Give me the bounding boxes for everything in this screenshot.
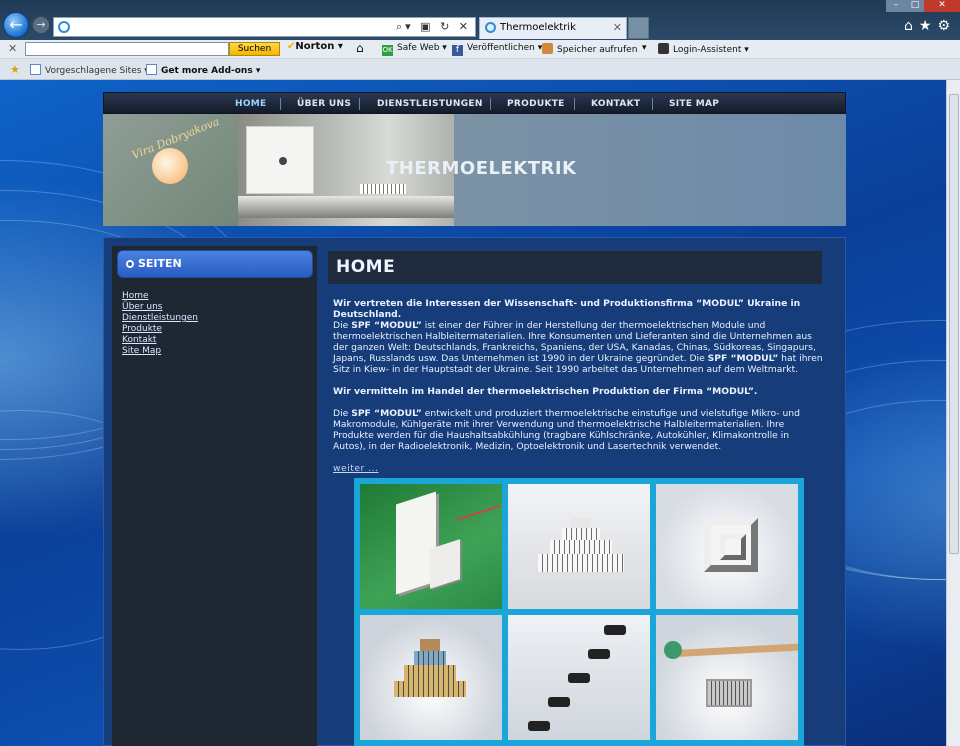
sidebar-link-produkte[interactable]: Produkte — [122, 324, 162, 334]
publish-button[interactable]: f Veröffentlichen ▾ — [452, 43, 542, 56]
close-button[interactable]: ✕ — [924, 0, 960, 12]
gallery-image-tower-module[interactable] — [360, 615, 502, 740]
safe-web-icon: OK — [382, 45, 393, 56]
module-plate-image — [246, 126, 314, 194]
norton-button[interactable]: ✔Norton ▾ — [287, 41, 343, 52]
sidebar: SEITEN Home Über uns Dienstleistungen Pr… — [112, 246, 317, 746]
suggested-sites-link[interactable]: Vorgeschlagene Sites ▾ — [30, 64, 149, 76]
nav-produkte[interactable]: PRODUKTE — [507, 93, 565, 115]
nav-separator — [652, 98, 653, 110]
site-title: THERMOELEKTRIK — [386, 158, 577, 179]
site-header: Vira Dobryakova THERMOELEKTRIK — [103, 114, 846, 226]
paragraph-products: Die SPF “MODUL” entwickelt und produzier… — [333, 408, 800, 452]
page-title-box: HOME — [328, 251, 822, 284]
nav-ueber-uns[interactable]: ÜBER UNS — [297, 93, 351, 115]
intro-heading: Wir vertreten die Interessen der Wissens… — [333, 298, 801, 320]
search-button[interactable]: Suchen — [229, 42, 280, 56]
back-button[interactable]: ← — [3, 12, 29, 38]
address-bar[interactable]: ⌕▾ ▣ ↻ ✕ — [53, 17, 476, 37]
new-tab-button[interactable] — [628, 17, 649, 39]
tab-close-icon[interactable]: ✕ — [613, 21, 622, 34]
sidebar-title: SEITEN — [138, 257, 182, 270]
nav-dienstleistungen[interactable]: DIENSTLEISTUNGEN — [377, 93, 483, 115]
scrollbar-thumb[interactable] — [949, 94, 959, 554]
nav-separator — [574, 98, 575, 110]
sidebar-header: SEITEN — [117, 250, 313, 278]
gallery-image-match-size[interactable] — [656, 615, 798, 740]
site-body: SEITEN Home Über uns Dienstleistungen Pr… — [103, 237, 846, 746]
sidebar-list: Home Über uns Dienstleistungen Produkte … — [122, 291, 198, 357]
module-pyramid-image — [360, 184, 406, 194]
browser-chrome: ← → ⌕▾ ▣ ↻ ✕ Thermoelektrik ✕ – □ ✕ ⌂★⚙ … — [0, 0, 960, 80]
get-addons-link[interactable]: Get more Add-ons ▾ — [146, 64, 260, 76]
nav-separator — [280, 98, 281, 110]
nav-site-map[interactable]: SITE MAP — [669, 93, 719, 115]
login-assistant-button[interactable]: Login-Assistent ▾ — [658, 43, 749, 55]
home-icon[interactable]: ⌂ — [904, 18, 919, 34]
right-tools: ⌂★⚙ — [904, 18, 956, 34]
website: HOME ÜBER UNS DIENSTLEISTUNGEN PRODUKTE … — [103, 92, 846, 746]
sidebar-link-home[interactable]: Home — [122, 291, 149, 301]
site-logo[interactable]: Vira Dobryakova — [103, 114, 238, 226]
logo-sun-icon — [152, 148, 188, 184]
gallery-image-stepped-module[interactable] — [656, 484, 798, 609]
content-text: Wir vertreten die Interessen der Wissens… — [333, 298, 823, 474]
sidebar-link-kontakt[interactable]: Kontakt — [122, 335, 156, 345]
site-navigation: HOME ÜBER UNS DIENSTLEISTUNGEN PRODUKTE … — [103, 92, 846, 114]
search-toolbar: ✕ Suchen ✔Norton ▾ ⌂ OK Safe Web ▾ f Veröf… — [0, 40, 960, 59]
bullet-icon — [126, 260, 134, 268]
module-base-image — [238, 196, 454, 218]
gear-icon[interactable]: ⚙ — [937, 18, 956, 34]
gallery-image-pyramid-module[interactable] — [508, 484, 650, 609]
save-call-button[interactable]: Speicher aufrufen — [542, 43, 637, 55]
login-icon — [658, 43, 669, 54]
favorites-bar: ★ Vorgeschlagene Sites ▾ Get more Add-on… — [0, 60, 960, 80]
nav-separator — [490, 98, 491, 110]
maximize-button[interactable]: □ — [906, 0, 924, 12]
page-viewport: HOME ÜBER UNS DIENSTLEISTUNGEN PRODUKTE … — [0, 80, 946, 746]
minimize-button[interactable]: – — [886, 0, 906, 12]
ie-tab-icon — [485, 22, 496, 33]
sidebar-link-ueber-uns[interactable]: Über uns — [122, 302, 163, 312]
tab-thermoelektrik[interactable]: Thermoelektrik ✕ — [479, 17, 627, 39]
sidebar-link-site-map[interactable]: Site Map — [122, 346, 161, 356]
toolbar-search-input[interactable] — [25, 42, 229, 56]
dropdown-arrow[interactable]: ▾ — [642, 43, 647, 53]
gallery-image-module-plates[interactable] — [360, 484, 502, 609]
more-link[interactable]: weiter ... — [333, 463, 378, 474]
nav-kontakt[interactable]: KONTAKT — [591, 93, 640, 115]
gallery-image-micro-modules[interactable] — [508, 615, 650, 740]
paragraph-modul: Die SPF “MODUL” ist einer der Führer in … — [333, 320, 823, 375]
star-icon[interactable]: ★ — [919, 18, 938, 34]
main-content: HOME Wir vertreten die Interessen der Wi… — [321, 238, 831, 746]
safe-web-button[interactable]: OK Safe Web ▾ — [382, 43, 447, 56]
nav-separator — [359, 98, 360, 110]
ie-page-icon — [58, 21, 70, 33]
product-gallery — [354, 478, 804, 746]
home-toolbar-icon[interactable]: ⌂ — [356, 41, 364, 55]
safe-icon — [542, 43, 553, 54]
trade-heading: Wir vermitteln im Handel der thermoelekt… — [333, 386, 758, 397]
window-controls: – □ ✕ — [886, 0, 960, 12]
page-title: HOME — [336, 257, 396, 277]
favorites-star-icon[interactable]: ★ — [10, 63, 20, 76]
vertical-scrollbar[interactable] — [946, 80, 960, 746]
address-controls[interactable]: ⌕▾ ▣ ↻ ✕ — [396, 20, 471, 34]
page-icon — [30, 64, 41, 75]
page-icon — [146, 64, 157, 75]
nav-home[interactable]: HOME — [235, 93, 267, 115]
title-bar: ← → ⌕▾ ▣ ↻ ✕ Thermoelektrik ✕ – □ ✕ ⌂★⚙ — [0, 0, 960, 40]
forward-button[interactable]: → — [32, 16, 50, 34]
tab-label: Thermoelektrik — [500, 22, 576, 33]
facebook-icon: f — [452, 45, 463, 56]
sidebar-link-dienstleistungen[interactable]: Dienstleistungen — [122, 313, 198, 323]
toolbar-close-icon[interactable]: ✕ — [8, 42, 17, 55]
